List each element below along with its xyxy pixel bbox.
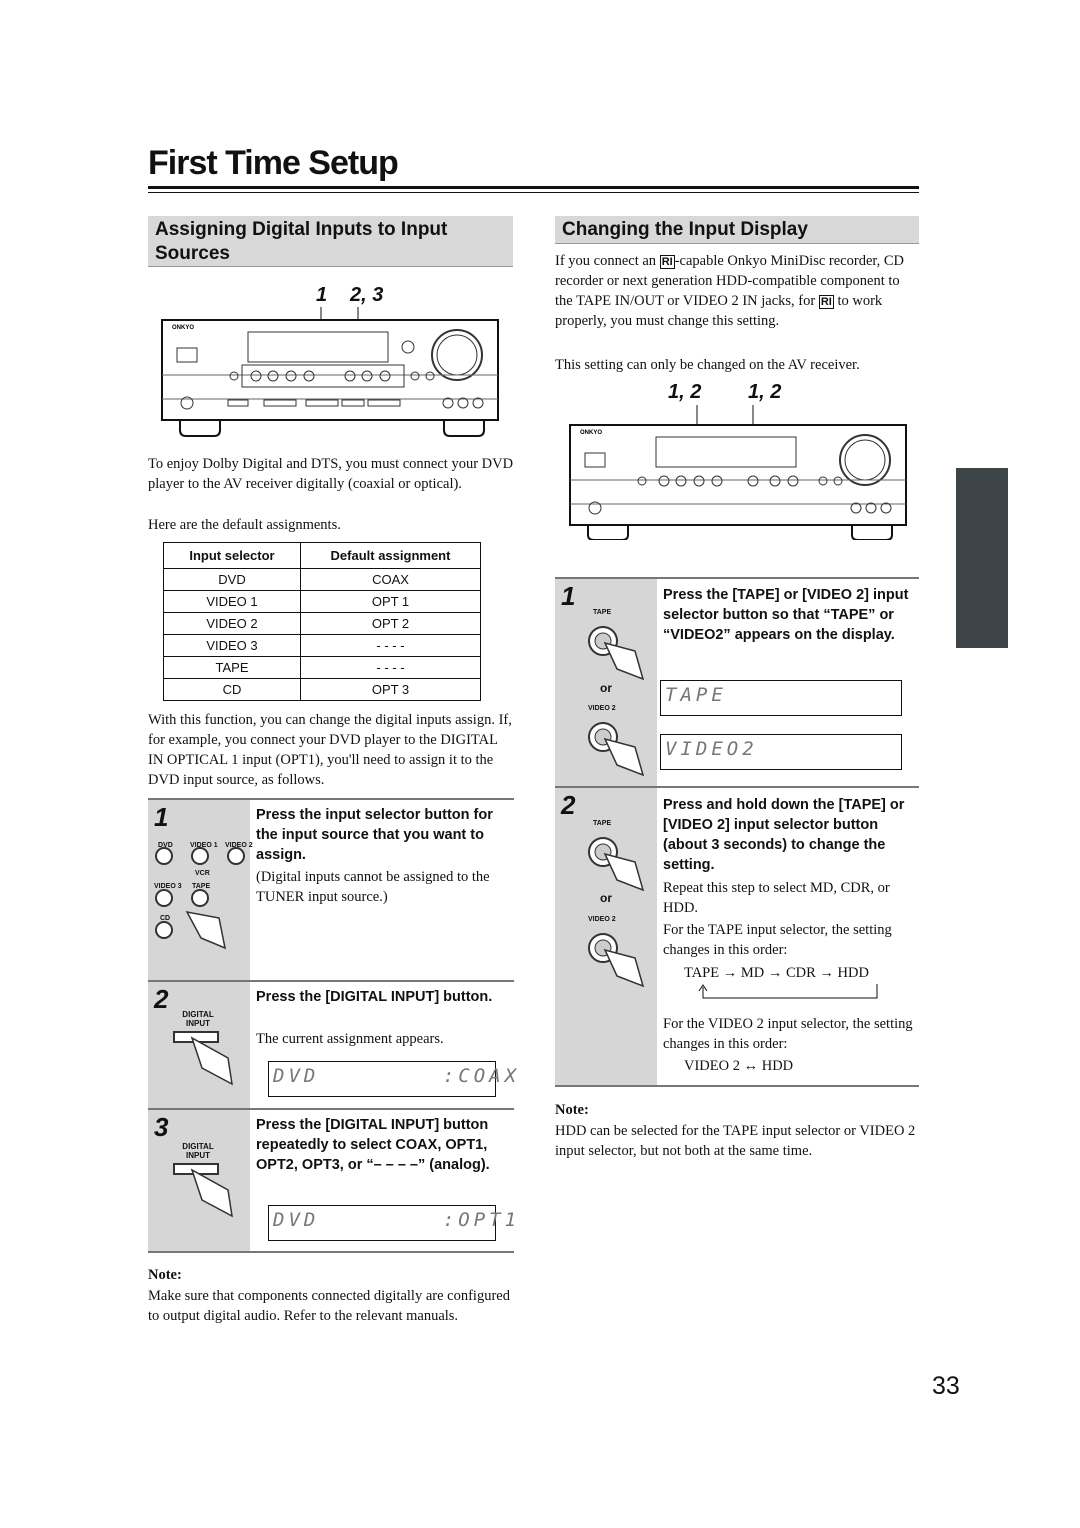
button-label: TAPE bbox=[593, 609, 612, 616]
button-label: VIDEO 3 bbox=[154, 883, 182, 890]
col-header: Input selector bbox=[163, 542, 301, 569]
step-number: 1 bbox=[561, 581, 576, 611]
note-text: Make sure that components connected digi… bbox=[148, 1288, 510, 1324]
step-number: 2 bbox=[561, 790, 576, 820]
step-text: (Digital inputs cannot be assigned to th… bbox=[256, 869, 490, 905]
step-text: The current assignment appears. bbox=[256, 1031, 444, 1047]
button-label: DIGITAL INPUT bbox=[182, 1142, 214, 1160]
lcd-display: VIDEO2 bbox=[660, 734, 902, 770]
table-row: VIDEO 1 OPT 1 bbox=[163, 590, 481, 613]
ri-logo-icon: RI bbox=[818, 295, 834, 309]
step-number: 2 bbox=[154, 984, 169, 1014]
intro-part: If you connect an bbox=[555, 253, 657, 269]
table-row: CD OPT 3 bbox=[163, 678, 481, 701]
digital-input-button-icon bbox=[173, 1163, 233, 1218]
video2-sequence: VIDEO 2 ↔ HDD bbox=[684, 1058, 794, 1074]
cell: OPT 3 bbox=[300, 678, 481, 701]
lcd-display: DVD :COAX bbox=[268, 1061, 516, 1097]
receiver-illustration: ONKYO bbox=[161, 307, 499, 437]
cell: TAPE bbox=[163, 656, 301, 679]
step-heading: Press the input selector button for the … bbox=[256, 807, 493, 863]
body-text: With this function, you can change the d… bbox=[148, 712, 512, 788]
input-selector-buttons-icon bbox=[155, 847, 245, 950]
cell: VIDEO 3 bbox=[163, 634, 301, 657]
title-rule bbox=[148, 186, 919, 189]
cell: VIDEO 1 bbox=[163, 590, 301, 613]
title-rule-thin bbox=[148, 192, 919, 193]
receiver-illustration: ONKYO bbox=[569, 405, 907, 540]
step-text: For the VIDEO 2 input selector, the sett… bbox=[663, 1016, 913, 1052]
step-text: Repeat this step to select MD, CDR, or H… bbox=[663, 880, 890, 916]
button-label: VIDEO 2 bbox=[588, 705, 616, 712]
defaults-text: Here are the default assignments. bbox=[148, 517, 341, 533]
table-row: TAPE - - - - bbox=[163, 656, 481, 679]
cell: OPT 1 bbox=[300, 590, 481, 613]
button-label: TAPE bbox=[192, 883, 211, 890]
ri-logo-icon: RI bbox=[659, 255, 675, 269]
lcd-display: TAPE bbox=[660, 680, 902, 716]
digital-input-button-icon bbox=[173, 1031, 233, 1086]
brand-logo: ONKYO bbox=[172, 325, 194, 331]
cell: CD bbox=[163, 678, 301, 701]
button-label: VIDEO 1 bbox=[190, 842, 218, 849]
loop-back-arrow-icon bbox=[698, 984, 878, 999]
edge-tab bbox=[956, 468, 1008, 648]
brand-logo: ONKYO bbox=[580, 430, 602, 436]
step-heading: Press and hold down the [TAPE] or [VIDEO… bbox=[663, 797, 905, 873]
intro-text-right: If you connect an RI -capable Onkyo MiniD… bbox=[555, 251, 919, 331]
button-label: DVD bbox=[158, 842, 173, 849]
callout-1-2: 1, 2 bbox=[668, 381, 702, 403]
video2-button-icon bbox=[588, 933, 645, 988]
page-title: First Time Setup bbox=[148, 144, 399, 182]
step-number: 3 bbox=[154, 1112, 169, 1142]
video2-button-icon bbox=[588, 722, 645, 777]
button-label: TAPE bbox=[593, 820, 612, 827]
step-3-assign: 3 DIGITAL INPUT Press the [DIGITAL INPUT… bbox=[148, 1108, 516, 1253]
or-label: or bbox=[600, 891, 612, 905]
section-heading-assign: Assigning Digital Inputs to Input Source… bbox=[148, 216, 513, 267]
cell: OPT 2 bbox=[300, 612, 481, 635]
step-1-display: 1 TAPE or VIDEO 2 Press the [TAPE] or [V… bbox=[555, 577, 919, 787]
or-label: or bbox=[600, 681, 612, 695]
note-heading: Note: bbox=[555, 1102, 589, 1118]
button-label: VIDEO 2 bbox=[588, 916, 616, 923]
note-text: HDD can be selected for the TAPE input s… bbox=[555, 1123, 916, 1159]
intro2-text: This setting can only be changed on the … bbox=[555, 357, 860, 373]
tape-button-icon bbox=[588, 626, 645, 681]
cell: COAX bbox=[300, 568, 481, 591]
callout-1-2: 1, 2 bbox=[748, 381, 782, 403]
default-assignments-table: Input selector Default assignment DVD COAX… bbox=[163, 542, 481, 701]
button-label: VIDEO 2 bbox=[225, 842, 253, 849]
step-number: 1 bbox=[154, 802, 169, 832]
table-row: VIDEO 3- - - - bbox=[163, 634, 481, 657]
cell: - - - - bbox=[300, 634, 481, 657]
page-number: 33 bbox=[932, 1372, 960, 1400]
step-heading: Press the [DIGITAL INPUT] button. bbox=[256, 989, 493, 1005]
step-heading: Press the [TAPE] or [VIDEO 2] input sele… bbox=[663, 587, 909, 643]
lcd-display: DVD :OPT1 bbox=[268, 1205, 516, 1241]
callout-1: 1 bbox=[316, 284, 328, 306]
button-label: VCR bbox=[195, 870, 210, 877]
table-row: DVD COAX bbox=[163, 568, 481, 591]
step-heading: Press the [DIGITAL INPUT] button repeate… bbox=[256, 1117, 490, 1173]
step-2-display: 2 TAPE or VIDEO 2 Press and hold down th… bbox=[555, 786, 919, 1087]
cell: VIDEO 2 bbox=[163, 612, 301, 635]
tape-sequence: TAPE → MD → CDR → HDD bbox=[684, 965, 869, 981]
cell: DVD bbox=[163, 568, 301, 591]
cell: - - - - bbox=[300, 656, 481, 679]
step-1-assign: 1 DVD VIDEO 1 VIDEO 2 VCR VIDEO 3 TAPE C… bbox=[148, 798, 514, 981]
note-heading: Note: bbox=[148, 1267, 182, 1283]
intro-text: To enjoy Dolby Digital and DTS, you must… bbox=[148, 456, 514, 492]
button-label: DIGITAL INPUT bbox=[182, 1010, 214, 1028]
step-text: For the TAPE input selector, the setting… bbox=[663, 922, 892, 958]
step-2-assign: 2 DIGITAL INPUT Press the [DIGITAL INPUT… bbox=[148, 980, 516, 1109]
tape-button-icon bbox=[588, 837, 645, 892]
col-header: Default assignment bbox=[300, 542, 481, 569]
table-row: VIDEO 2 OPT 2 bbox=[163, 612, 481, 635]
button-label: CD bbox=[160, 915, 171, 922]
callout-2-3: 2, 3 bbox=[350, 284, 384, 306]
section-heading-display: Changing the Input Display bbox=[555, 216, 919, 244]
